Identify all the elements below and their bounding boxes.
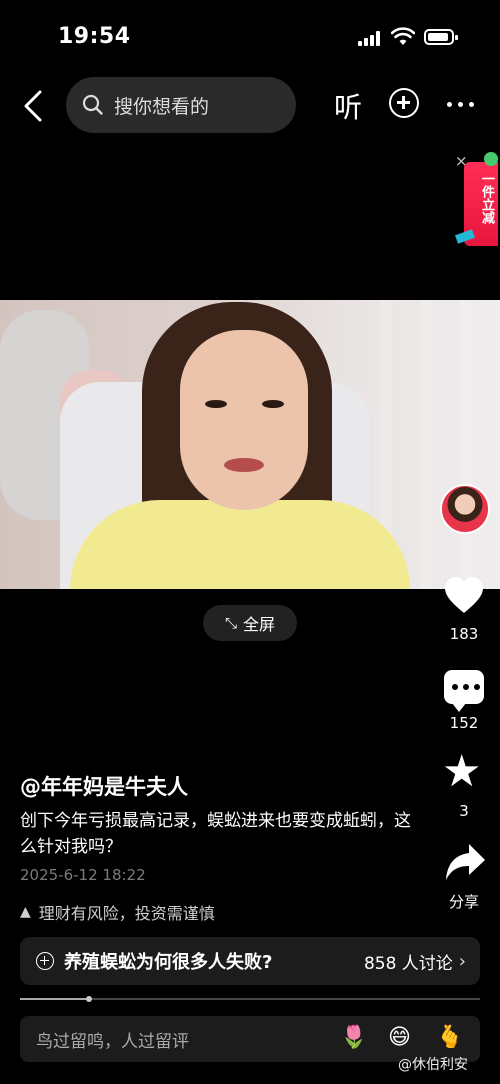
warning-icon: ▲ xyxy=(20,904,31,920)
face xyxy=(180,330,308,510)
plus-icon[interactable] xyxy=(389,88,419,118)
signal-icon xyxy=(358,30,384,46)
topic-bar[interactable]: 养殖蜈蚣为何很多人失败? 858 人讨论 › xyxy=(20,937,480,985)
promo-text[interactable]: 一件立减 xyxy=(468,172,494,224)
back-icon[interactable] xyxy=(20,88,46,124)
heart-icon[interactable] xyxy=(443,575,485,617)
fullscreen-icon: ⤡ xyxy=(224,614,237,632)
listen-button[interactable]: 听 xyxy=(334,86,362,126)
comment-icon[interactable] xyxy=(444,670,484,712)
comment-placeholder: 鸟过留鸣，人过留评 xyxy=(36,1031,189,1052)
star-icon[interactable]: ★ xyxy=(442,750,481,794)
risk-notice-text: 理财有风险，投资需谨慎 xyxy=(38,904,215,923)
search-icon xyxy=(82,94,103,115)
laugh-emoji-icon[interactable]: 😄 xyxy=(388,1025,411,1050)
favorite-count: 3 xyxy=(459,802,469,820)
post-description: 创下今年亏损最高记录，蜈蚣进来也要变成蚯蚓，这么针对我吗？ xyxy=(20,811,411,857)
battery-icon xyxy=(424,29,458,45)
yellow-shirt xyxy=(70,500,410,589)
risk-notice: ▲ 理财有风险，投资需谨慎 xyxy=(20,900,215,924)
search-placeholder: 搜你想看的 xyxy=(114,95,210,118)
wifi-icon xyxy=(391,27,415,45)
fullscreen-button[interactable]: ⤡ 全屏 xyxy=(203,605,297,641)
flower-emoji-icon[interactable]: 🌷 xyxy=(340,1025,367,1050)
video-player[interactable] xyxy=(0,300,500,589)
author-name[interactable]: @年年妈是牛夫人 xyxy=(20,771,188,801)
like-count: 183 xyxy=(449,625,479,643)
fullscreen-label: 全屏 xyxy=(243,615,276,634)
topic-count: 858 人讨论 xyxy=(363,953,453,974)
finger-heart-emoji-icon[interactable]: 🫰 xyxy=(436,1025,463,1050)
share-icon[interactable] xyxy=(443,840,487,884)
progress-fill xyxy=(20,998,89,1000)
playback-progress[interactable] xyxy=(20,996,480,1002)
watermark: @休伯利安 xyxy=(398,1057,468,1073)
more-icon[interactable] xyxy=(447,102,474,107)
promo-star-icon xyxy=(484,152,498,166)
chevron-right-icon: › xyxy=(458,950,466,972)
progress-knob[interactable] xyxy=(86,996,92,1002)
comment-count: 152 xyxy=(449,714,479,732)
share-label[interactable]: 分享 xyxy=(430,891,498,912)
status-time: 19:54 xyxy=(58,24,131,49)
author-avatar[interactable] xyxy=(440,484,490,534)
search-input[interactable]: 搜你想看的 xyxy=(66,77,296,133)
post-date: 2025-6-12 18:22 xyxy=(20,866,146,884)
topic-plus-icon xyxy=(36,952,54,970)
topic-title: 养殖蜈蚣为何很多人失败? xyxy=(64,952,273,973)
